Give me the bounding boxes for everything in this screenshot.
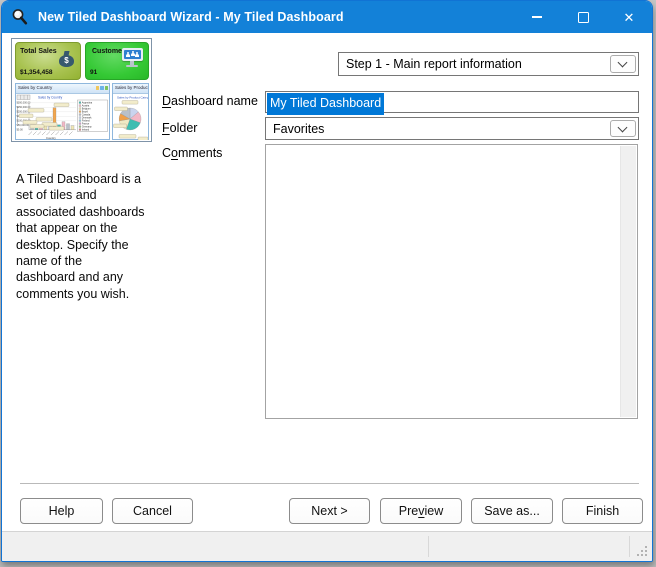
preview-panel-sales-by-product: Sales by Product Category Sales by Produ… bbox=[112, 83, 149, 140]
pie-chart: Sales by Product Category bbox=[113, 94, 148, 140]
folder-label: Folder bbox=[162, 121, 197, 135]
resize-grip[interactable] bbox=[636, 545, 647, 556]
title-bar: New Tiled Dashboard Wizard - My Tiled Da… bbox=[2, 1, 652, 33]
footer-separator bbox=[20, 483, 639, 484]
step-selector[interactable]: Step 1 - Main report information bbox=[338, 52, 639, 76]
wizard-description: A Tiled Dashboard is a set of tiles and … bbox=[16, 171, 153, 302]
folder-select-dropdown-button[interactable] bbox=[610, 120, 636, 137]
panel-header: Sales by Product Category bbox=[113, 84, 148, 94]
folder-select[interactable]: Favorites bbox=[265, 117, 639, 140]
preview-tile-total-sales: Total Sales $ $1,354,458 bbox=[15, 42, 81, 80]
step-selector-dropdown-button[interactable] bbox=[610, 55, 636, 73]
status-bar bbox=[2, 531, 652, 561]
cancel-button[interactable]: Cancel bbox=[112, 498, 193, 524]
tile-value: 91 bbox=[90, 69, 97, 76]
save-as-button[interactable]: Save as... bbox=[471, 498, 553, 524]
close-icon: ✕ bbox=[624, 11, 635, 24]
help-button[interactable]: Help bbox=[20, 498, 103, 524]
step-selector-value: Step 1 - Main report information bbox=[346, 57, 522, 71]
svg-text:Ireland: Ireland bbox=[82, 128, 90, 131]
panel-title: Sales by Country bbox=[18, 85, 52, 90]
panel-title: Sales by Product Category bbox=[115, 85, 148, 90]
folder-select-value: Favorites bbox=[273, 122, 324, 136]
chevron-down-icon bbox=[618, 122, 628, 132]
chart-title: Sales by Product Category bbox=[117, 95, 148, 99]
panel-header-icons bbox=[96, 86, 109, 90]
dashboard-preview-image: Total Sales $ $1,354,458 Customers 91 bbox=[11, 38, 152, 142]
magnifier-app-icon bbox=[11, 8, 29, 26]
dialog-content: Total Sales $ $1,354,458 Customers 91 bbox=[2, 33, 652, 532]
money-bag-icon: $ bbox=[59, 50, 75, 68]
preview-button[interactable]: Preview bbox=[380, 498, 462, 524]
dashboard-name-value-selected: My Tiled Dashboard bbox=[267, 93, 384, 115]
svg-text:$50,000.00: $50,000.00 bbox=[17, 124, 30, 127]
comments-textarea[interactable] bbox=[265, 144, 638, 419]
tile-value: $1,354,458 bbox=[20, 69, 53, 76]
window-controls: ✕ bbox=[514, 1, 652, 33]
preview-tile-customers: Customers 91 bbox=[85, 42, 149, 80]
comments-scrollbar[interactable] bbox=[620, 146, 636, 417]
minimize-icon bbox=[532, 16, 542, 17]
close-button[interactable]: ✕ bbox=[606, 1, 652, 33]
status-bar-separator bbox=[428, 536, 429, 557]
window-title: New Tiled Dashboard Wizard - My Tiled Da… bbox=[38, 10, 344, 24]
x-axis-title: Country bbox=[46, 136, 56, 140]
panel-header: Sales by Country bbox=[16, 84, 109, 94]
finish-button[interactable]: Finish bbox=[562, 498, 643, 524]
bar-chart: Sales by Country $300,000.00 $250,000.00… bbox=[16, 94, 109, 140]
next-button[interactable]: Next > bbox=[289, 498, 370, 524]
chevron-down-icon bbox=[618, 58, 628, 68]
tile-title: Total Sales bbox=[16, 48, 61, 55]
preview-panel-sales-by-country: Sales by Country Sales by Country bbox=[15, 83, 110, 140]
customers-monitor-icon bbox=[122, 48, 144, 68]
minimize-button[interactable] bbox=[514, 1, 560, 33]
chart-legend: Argentina Austria Belgium Brazil Canada … bbox=[78, 100, 108, 132]
dashboard-name-label: Dashboard name bbox=[162, 94, 258, 108]
svg-text:$0.00: $0.00 bbox=[17, 129, 24, 132]
maximize-button[interactable] bbox=[560, 1, 606, 33]
comments-label: Comments bbox=[162, 146, 222, 160]
x-tick-labels bbox=[29, 132, 73, 136]
chart-title: Sales by Country bbox=[38, 96, 63, 100]
dashboard-name-input[interactable]: My Tiled Dashboard bbox=[265, 91, 639, 113]
maximize-icon bbox=[578, 12, 589, 23]
wizard-dialog: New Tiled Dashboard Wizard - My Tiled Da… bbox=[1, 0, 653, 562]
status-bar-separator bbox=[629, 536, 630, 557]
